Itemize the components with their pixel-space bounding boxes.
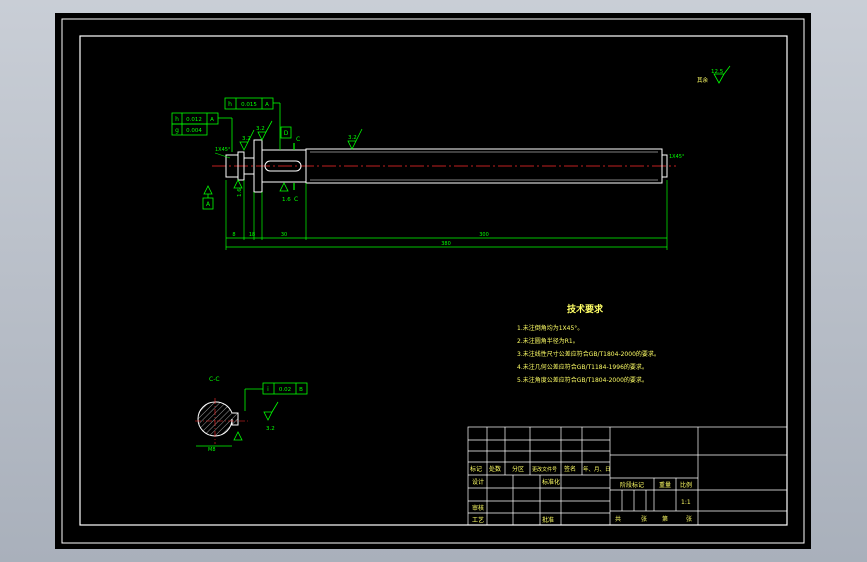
section-gtol-ref: B [299,387,303,393]
section-label: C-C [209,376,220,383]
sheet-background [55,13,811,549]
gtol-h1-sym: h [175,116,179,123]
gtol-h1-val: 0.012 [186,117,202,123]
gtol-h1-ref: A [210,117,214,123]
chamfer-right-note: 1X45° [669,154,685,160]
tech-req-item-2: 2.未注圆角半径为R1。 [517,337,579,345]
gtol-g1-sym: g [175,127,179,134]
tech-req-item-3: 3.未注线性尺寸公差应符合GB/T1804-2000的要求。 [517,350,660,358]
gtol-h2-ref: A [265,102,269,108]
dim-small-2: 18 [249,232,255,238]
tb-date: 年、月、日 [583,465,611,473]
surface-finish-label: 其余 [697,76,709,84]
tb-std: 标准化 [542,478,560,486]
rough-32c: 3.2 [348,135,357,141]
tb-docno: 更改文件号 [532,466,557,473]
tb-zone: 分区 [512,465,524,473]
tb-review: 审核 [472,504,484,512]
tb-scale-label: 比例 [680,481,692,489]
rough-32a: 3.2 [242,136,251,142]
tb-design: 设计 [472,478,484,486]
tb-mark: 标记 [470,465,482,473]
datum-d-label: D [284,130,289,137]
dim-small-1: 8 [232,232,235,238]
tech-req-item-1: 1.未注倒角均为1X45°。 [517,324,583,332]
tb-process: 工艺 [472,516,484,524]
tb-total: 共 [615,515,621,523]
tech-req-item-5: 5.未注角度公差应符合GB/T1804-2000的要求。 [517,376,648,384]
tb-sheets: 张 [641,515,647,523]
tech-req-title: 技术要求 [567,303,604,315]
surface-finish-value: 12.5 [711,69,724,75]
tb-page-sheets: 张 [686,515,692,523]
drawing-canvas[interactable]: 8 18 30 300 380 1X45° 1X45° h 0.012 A g … [0,0,867,562]
dim-small-3: 30 [281,232,287,238]
rough-16a: 1.6 [237,188,243,197]
gtol-h2-sym: h [228,101,232,108]
cad-viewport: 8 18 30 300 380 1X45° 1X45° h 0.012 A g … [0,0,867,562]
gtol-h2-val: 0.015 [241,102,257,108]
tb-approve: 批准 [542,516,554,524]
section-c-top: C [296,136,300,143]
dim-mid: 300 [479,232,489,238]
chamfer-left-note: 1X45° [215,147,231,153]
tb-page: 第 [662,515,668,523]
gtol-g1-val: 0.004 [186,128,202,134]
tb-sign: 签名 [564,465,576,473]
tech-req-item-4: 4.未注几何公差应符合GB/T1184-1996的要求。 [517,363,648,371]
section-c-bottom: C [294,196,298,203]
section-rough: 3.2 [266,426,275,432]
tb-weight: 重量 [659,481,671,489]
rough-32b: 3.2 [256,126,265,132]
section-dim: M8 [208,447,216,453]
tb-count: 处数 [489,465,501,473]
tb-scale-val: 1:1 [681,499,691,506]
rough-16b: 1.6 [282,197,291,203]
section-gtol-val: 0.02 [279,387,291,393]
dim-total: 380 [441,241,451,247]
tb-stage: 阶段标记 [620,481,644,489]
